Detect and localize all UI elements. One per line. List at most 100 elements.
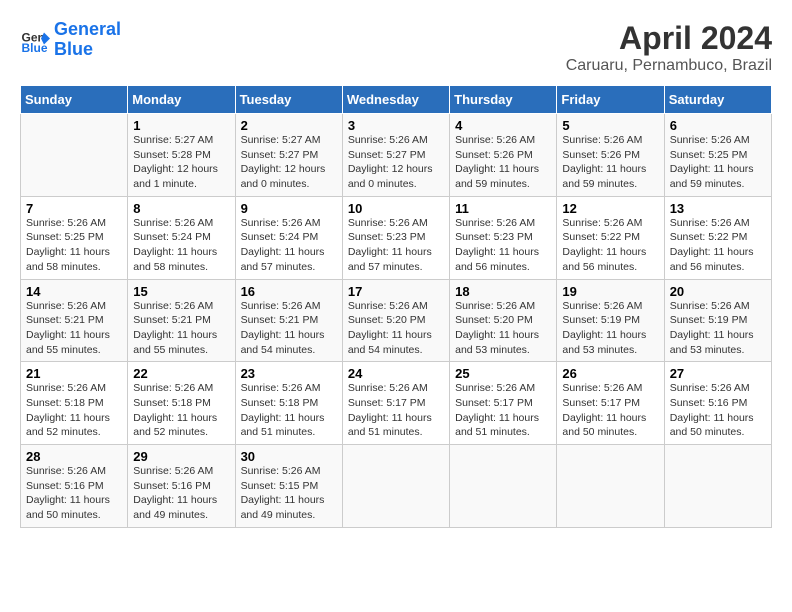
week-row-4: 21Sunrise: 5:26 AM Sunset: 5:18 PM Dayli…: [21, 362, 772, 445]
calendar-cell: 6Sunrise: 5:26 AM Sunset: 5:25 PM Daylig…: [664, 114, 771, 197]
title-block: April 2024 Caruaru, Pernambuco, Brazil: [566, 20, 772, 75]
day-info: Sunrise: 5:27 AM Sunset: 5:28 PM Dayligh…: [133, 133, 229, 192]
day-info: Sunrise: 5:26 AM Sunset: 5:16 PM Dayligh…: [670, 381, 766, 440]
day-number: 25: [455, 366, 551, 381]
calendar-cell: 21Sunrise: 5:26 AM Sunset: 5:18 PM Dayli…: [21, 362, 128, 445]
calendar-cell: 12Sunrise: 5:26 AM Sunset: 5:22 PM Dayli…: [557, 196, 664, 279]
day-info: Sunrise: 5:26 AM Sunset: 5:16 PM Dayligh…: [133, 464, 229, 523]
day-info: Sunrise: 5:26 AM Sunset: 5:24 PM Dayligh…: [133, 216, 229, 275]
day-info: Sunrise: 5:26 AM Sunset: 5:22 PM Dayligh…: [670, 216, 766, 275]
day-info: Sunrise: 5:26 AM Sunset: 5:15 PM Dayligh…: [241, 464, 337, 523]
calendar-cell: [342, 445, 449, 528]
weekday-header-monday: Monday: [128, 86, 235, 114]
day-info: Sunrise: 5:27 AM Sunset: 5:27 PM Dayligh…: [241, 133, 337, 192]
logo: Gen Blue GeneralBlue: [20, 20, 121, 60]
weekday-header-saturday: Saturday: [664, 86, 771, 114]
week-row-2: 7Sunrise: 5:26 AM Sunset: 5:25 PM Daylig…: [21, 196, 772, 279]
calendar-table: SundayMondayTuesdayWednesdayThursdayFrid…: [20, 85, 772, 528]
day-number: 22: [133, 366, 229, 381]
calendar-cell: [21, 114, 128, 197]
week-row-3: 14 Sunrise: 5:26 AM Sunset: 5:21 PM Dayli…: [21, 279, 772, 362]
calendar-cell: 28Sunrise: 5:26 AM Sunset: 5:16 PM Dayli…: [21, 445, 128, 528]
calendar-cell: 9Sunrise: 5:26 AM Sunset: 5:24 PM Daylig…: [235, 196, 342, 279]
calendar-cell: 22Sunrise: 5:26 AM Sunset: 5:18 PM Dayli…: [128, 362, 235, 445]
calendar-cell: 24Sunrise: 5:26 AM Sunset: 5:17 PM Dayli…: [342, 362, 449, 445]
day-number: 29: [133, 449, 229, 464]
calendar-cell: 3Sunrise: 5:26 AM Sunset: 5:27 PM Daylig…: [342, 114, 449, 197]
day-number: 24: [348, 366, 444, 381]
day-number: 11: [455, 201, 551, 216]
calendar-cell: 1Sunrise: 5:27 AM Sunset: 5:28 PM Daylig…: [128, 114, 235, 197]
calendar-cell: 15Sunrise: 5:26 AM Sunset: 5:21 PM Dayli…: [128, 279, 235, 362]
day-number: 1: [133, 118, 229, 133]
day-info: Sunrise: 5:26 AM Sunset: 5:17 PM Dayligh…: [455, 381, 551, 440]
day-number: 7: [26, 201, 122, 216]
day-number: 30: [241, 449, 337, 464]
calendar-cell: 2Sunrise: 5:27 AM Sunset: 5:27 PM Daylig…: [235, 114, 342, 197]
day-number: 10: [348, 201, 444, 216]
day-number: 15: [133, 284, 229, 299]
calendar-cell: [557, 445, 664, 528]
calendar-cell: 10Sunrise: 5:26 AM Sunset: 5:23 PM Dayli…: [342, 196, 449, 279]
day-info: Sunrise: 5:26 AM Sunset: 5:19 PM Dayligh…: [670, 299, 766, 358]
day-info: Sunrise: 5:26 AM Sunset: 5:23 PM Dayligh…: [455, 216, 551, 275]
day-number: 23: [241, 366, 337, 381]
day-number: 19: [562, 284, 658, 299]
week-row-5: 28Sunrise: 5:26 AM Sunset: 5:16 PM Dayli…: [21, 445, 772, 528]
day-info: Sunrise: 5:26 AM Sunset: 5:27 PM Dayligh…: [348, 133, 444, 192]
day-number: 13: [670, 201, 766, 216]
day-info: Sunrise: 5:26 AM Sunset: 5:20 PM Dayligh…: [348, 299, 444, 358]
day-number: 27: [670, 366, 766, 381]
day-number: 8: [133, 201, 229, 216]
weekday-header-tuesday: Tuesday: [235, 86, 342, 114]
day-number: 5: [562, 118, 658, 133]
day-info: Sunrise: 5:26 AM Sunset: 5:21 PM Dayligh…: [241, 299, 337, 358]
day-info: Sunrise: 5:26 AM Sunset: 5:18 PM Dayligh…: [26, 381, 122, 440]
calendar-cell: 18Sunrise: 5:26 AM Sunset: 5:20 PM Dayli…: [450, 279, 557, 362]
day-number: 20: [670, 284, 766, 299]
calendar-cell: [664, 445, 771, 528]
page-header: Gen Blue GeneralBlue April 2024 Caruaru,…: [20, 20, 772, 75]
day-number: 21: [26, 366, 122, 381]
day-info: Sunrise: 5:26 AM Sunset: 5:21 PM Dayligh…: [133, 299, 229, 358]
day-number: 4: [455, 118, 551, 133]
calendar-cell: 14Sunrise: 5:26 AM Sunset: 5:21 PM Dayli…: [21, 279, 128, 362]
day-number: 6: [670, 118, 766, 133]
day-number: 26: [562, 366, 658, 381]
day-info: Sunrise: 5:26 AM Sunset: 5:26 PM Dayligh…: [562, 133, 658, 192]
week-row-1: 1Sunrise: 5:27 AM Sunset: 5:28 PM Daylig…: [21, 114, 772, 197]
calendar-cell: 29Sunrise: 5:26 AM Sunset: 5:16 PM Dayli…: [128, 445, 235, 528]
calendar-cell: 4Sunrise: 5:26 AM Sunset: 5:26 PM Daylig…: [450, 114, 557, 197]
calendar-cell: 5Sunrise: 5:26 AM Sunset: 5:26 PM Daylig…: [557, 114, 664, 197]
calendar-cell: 13Sunrise: 5:26 AM Sunset: 5:22 PM Dayli…: [664, 196, 771, 279]
day-info: Sunrise: 5:26 AM Sunset: 5:24 PM Dayligh…: [241, 216, 337, 275]
day-number: 3: [348, 118, 444, 133]
day-number: 9: [241, 201, 337, 216]
calendar-cell: 11Sunrise: 5:26 AM Sunset: 5:23 PM Dayli…: [450, 196, 557, 279]
day-number: 16: [241, 284, 337, 299]
weekday-header-friday: Friday: [557, 86, 664, 114]
calendar-cell: 19Sunrise: 5:26 AM Sunset: 5:19 PM Dayli…: [557, 279, 664, 362]
calendar-cell: 26Sunrise: 5:26 AM Sunset: 5:17 PM Dayli…: [557, 362, 664, 445]
calendar-cell: [450, 445, 557, 528]
calendar-cell: 17Sunrise: 5:26 AM Sunset: 5:20 PM Dayli…: [342, 279, 449, 362]
weekday-header-wednesday: Wednesday: [342, 86, 449, 114]
day-info: Sunrise: 5:26 AM Sunset: 5:17 PM Dayligh…: [348, 381, 444, 440]
weekday-header-thursday: Thursday: [450, 86, 557, 114]
day-info: Sunrise: 5:26 AM Sunset: 5:17 PM Dayligh…: [562, 381, 658, 440]
day-number: 14: [26, 284, 122, 299]
weekday-header-row: SundayMondayTuesdayWednesdayThursdayFrid…: [21, 86, 772, 114]
day-info: Sunrise: 5:26 AM Sunset: 5:20 PM Dayligh…: [455, 299, 551, 358]
day-info: Sunrise: 5:26 AM Sunset: 5:23 PM Dayligh…: [348, 216, 444, 275]
calendar-cell: 16Sunrise: 5:26 AM Sunset: 5:21 PM Dayli…: [235, 279, 342, 362]
day-number: 12: [562, 201, 658, 216]
logo-icon: Gen Blue: [20, 25, 50, 55]
day-number: 17: [348, 284, 444, 299]
page-subtitle: Caruaru, Pernambuco, Brazil: [566, 57, 772, 75]
calendar-cell: 25Sunrise: 5:26 AM Sunset: 5:17 PM Dayli…: [450, 362, 557, 445]
day-info: Sunrise: 5:26 AM Sunset: 5:16 PM Dayligh…: [26, 464, 122, 523]
day-info: Sunrise: 5:26 AM Sunset: 5:19 PM Dayligh…: [562, 299, 658, 358]
day-info: Sunrise: 5:26 AM Sunset: 5:18 PM Dayligh…: [241, 381, 337, 440]
day-info: Sunrise: 5:26 AM Sunset: 5:25 PM Dayligh…: [26, 216, 122, 275]
calendar-cell: 20Sunrise: 5:26 AM Sunset: 5:19 PM Dayli…: [664, 279, 771, 362]
